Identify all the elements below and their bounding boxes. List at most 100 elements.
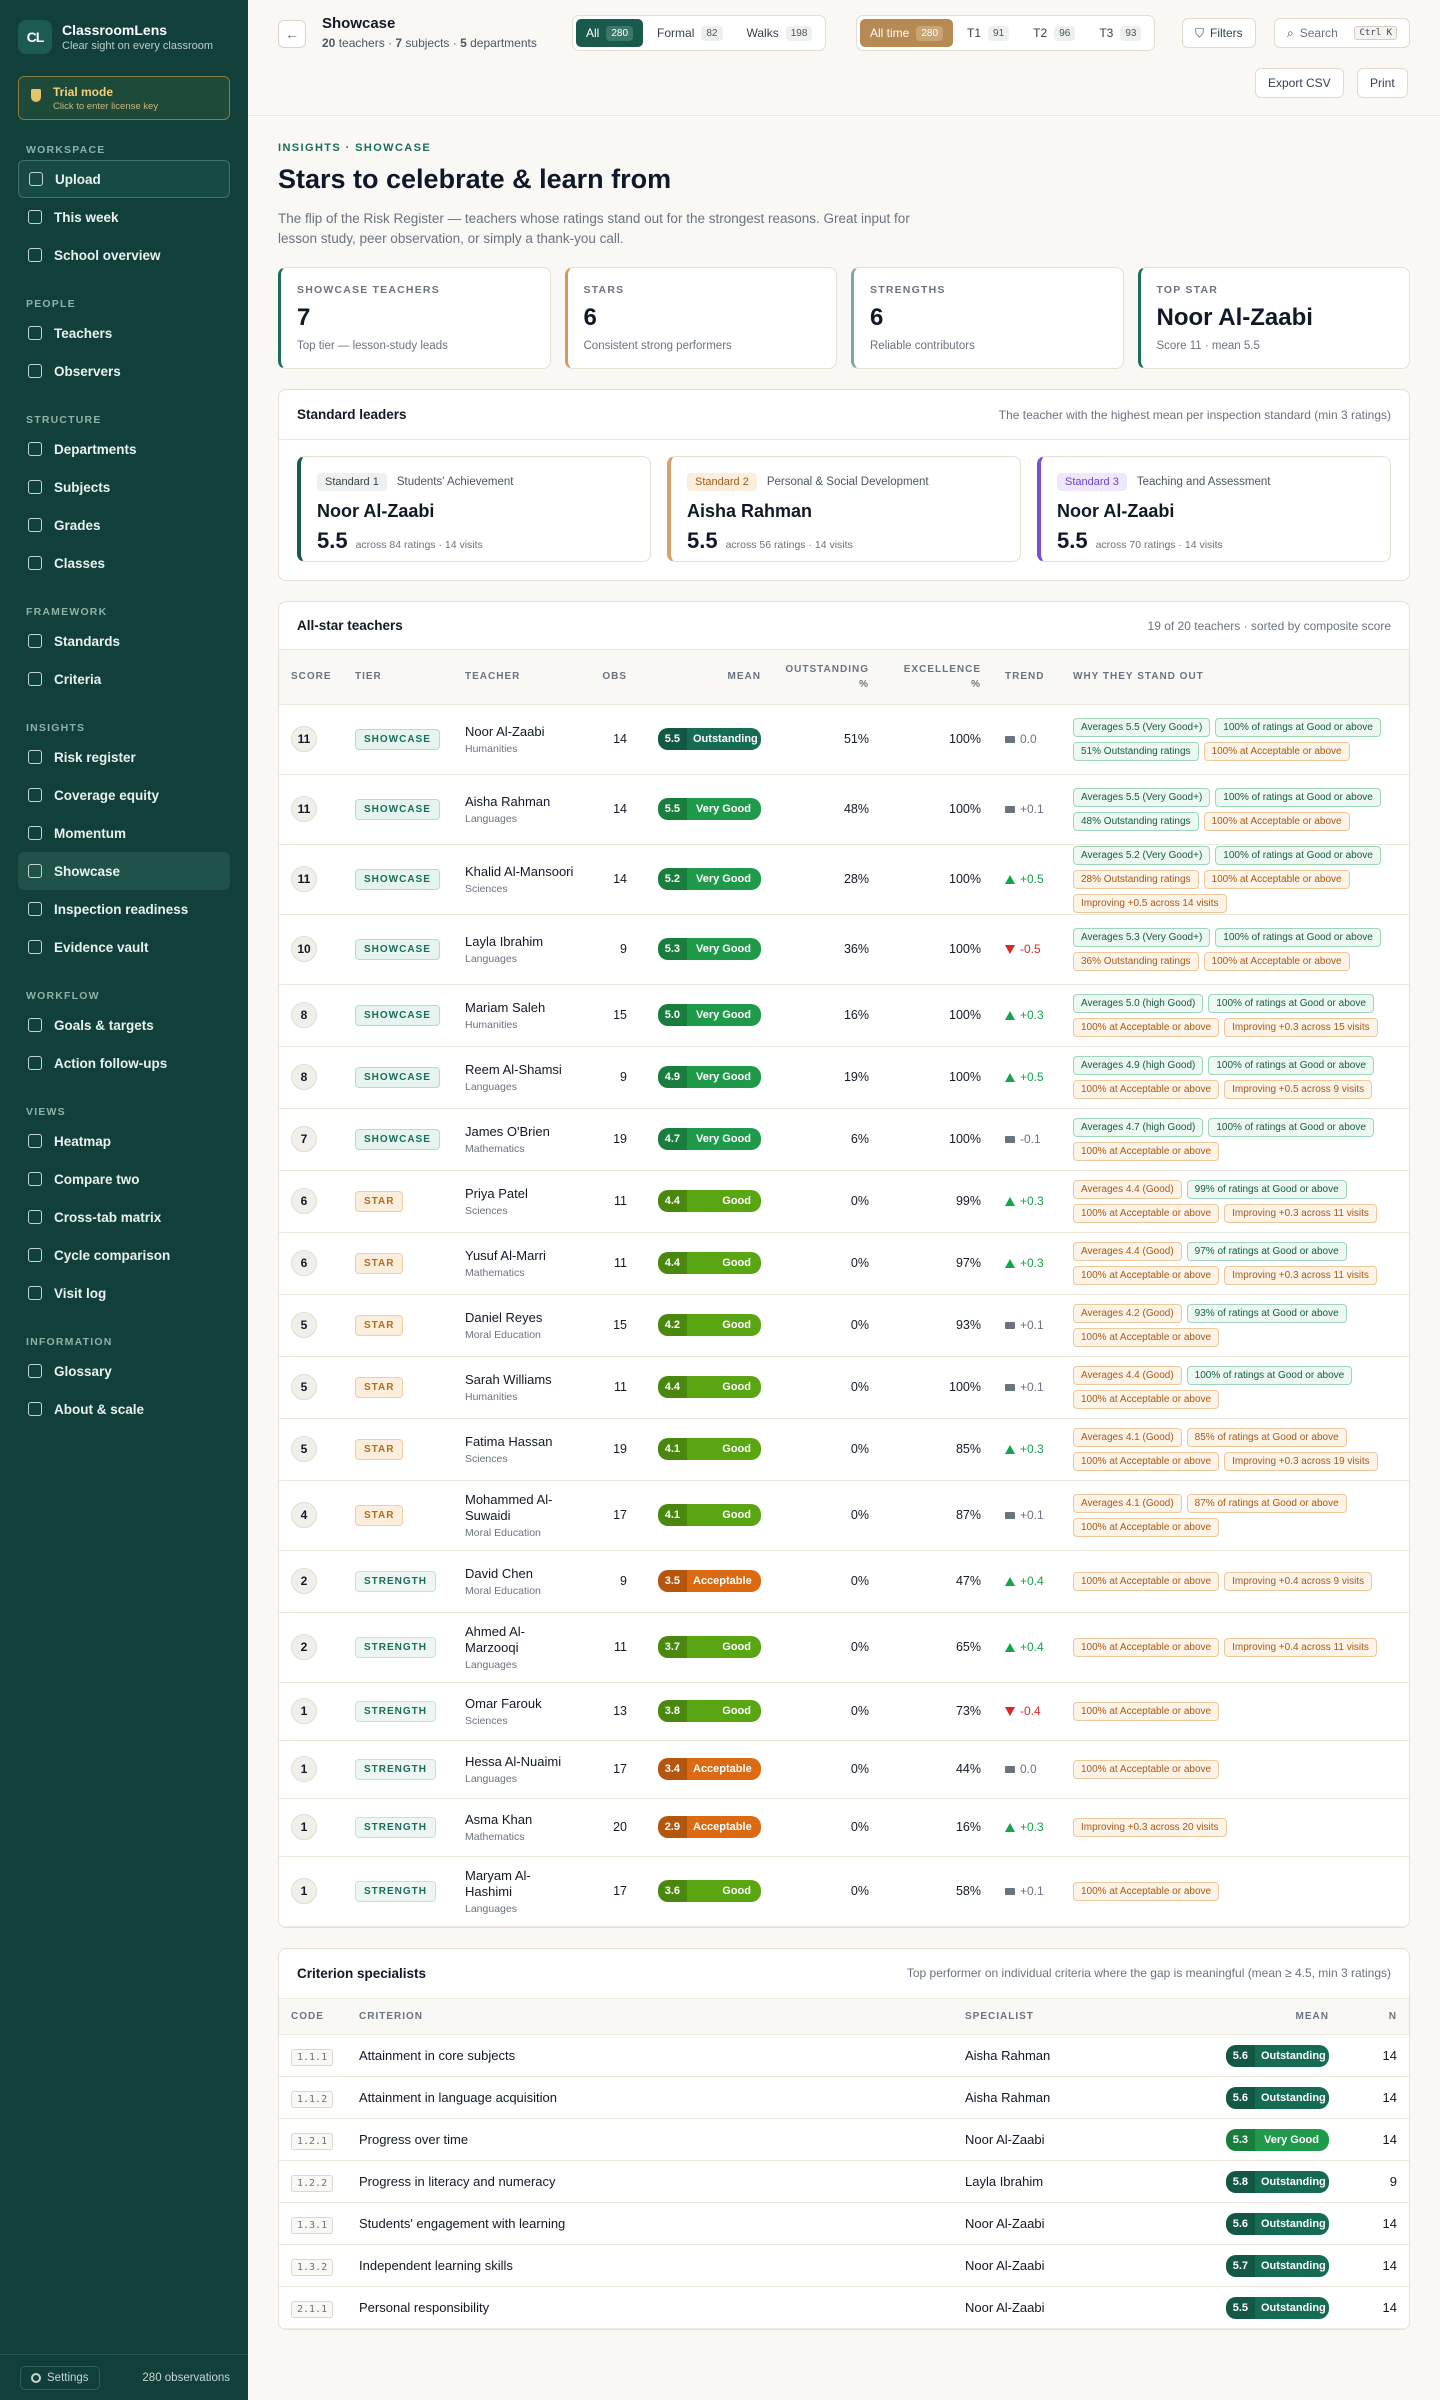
table-row[interactable]: 11 SHOWCASE Khalid Al-Mansoori Sciences 14 5.… [279, 844, 1409, 915]
table-row[interactable]: 11 SHOWCASE Noor Al-Zaabi Humanities 14 5.5 Ou… [279, 704, 1409, 775]
table-row[interactable]: 10 SHOWCASE Layla Ibrahim Languages 9 5.3 Very… [279, 914, 1409, 985]
teacher-name[interactable]: Hessa Al-Nuaimi [465, 1754, 575, 1770]
sidebar-item-momentum[interactable]: Momentum [18, 814, 230, 852]
table-row[interactable]: 1 STRENGTH Hessa Al-Nuaimi Languages 17 3.4 Ac… [279, 1740, 1409, 1799]
column-header[interactable]: MEAN [639, 650, 773, 705]
sidebar-item-cross-tab-matrix[interactable]: Cross-tab matrix [18, 1198, 230, 1236]
teacher-name[interactable]: Sarah Williams [465, 1372, 575, 1388]
table-row[interactable]: 1.1.2 Attainment in language acquisition A… [279, 2076, 1409, 2119]
sidebar-item-visit-log[interactable]: Visit log [18, 1274, 230, 1312]
table-row[interactable]: 8 SHOWCASE Mariam Saleh Humanities 15 5.0 Very… [279, 984, 1409, 1047]
table-row[interactable]: 2 STRENGTH Ahmed Al-Marzooqi Languages 11 3.7… [279, 1612, 1409, 1683]
teacher-name[interactable]: Ahmed Al-Marzooqi [465, 1624, 575, 1656]
filter-chip-t3[interactable]: T3 93 [1089, 19, 1151, 47]
sidebar-item-upload[interactable]: Upload [18, 160, 230, 198]
teacher-name[interactable]: Reem Al-Shamsi [465, 1062, 575, 1078]
specialist-name[interactable]: Noor Al-Zaabi [953, 2286, 1193, 2329]
column-header[interactable]: MEAN [1193, 1998, 1341, 2035]
teacher-name[interactable]: Priya Patel [465, 1186, 575, 1202]
column-header[interactable]: WHY THEY STAND OUT [1061, 650, 1409, 705]
specialist-name[interactable]: Aisha Rahman [953, 2076, 1193, 2119]
sidebar-item-showcase[interactable]: Showcase [18, 852, 230, 890]
table-row[interactable]: 1 STRENGTH Asma Khan Mathematics 20 2.9 Accept… [279, 1798, 1409, 1857]
teacher-name[interactable]: David Chen [465, 1566, 575, 1582]
teacher-name[interactable]: Mariam Saleh [465, 1000, 575, 1016]
table-row[interactable]: 2.1.1 Personal responsibility Noor Al-Zaab… [279, 2286, 1409, 2329]
column-header[interactable]: TREND [993, 650, 1061, 705]
search-input[interactable]: ⌕ Search Ctrl K [1274, 18, 1410, 48]
sidebar-item-glossary[interactable]: Glossary [18, 1352, 230, 1390]
teacher-name[interactable]: Asma Khan [465, 1812, 575, 1828]
teacher-name[interactable]: Aisha Rahman [465, 794, 575, 810]
table-row[interactable]: 8 SHOWCASE Reem Al-Shamsi Languages 9 4.9 Very… [279, 1046, 1409, 1109]
filters-button[interactable]: ⛉ Filters [1182, 18, 1256, 48]
sidebar-item-coverage-equity[interactable]: Coverage equity [18, 776, 230, 814]
table-row[interactable]: 5 STAR Daniel Reyes Moral Education 15 4.2 Goo… [279, 1294, 1409, 1357]
sidebar-item-about-scale[interactable]: About & scale [18, 1390, 230, 1428]
table-row[interactable]: 1 STRENGTH Omar Farouk Sciences 13 3.8 Good 0% 7… [279, 1682, 1409, 1741]
filter-chip-all-time[interactable]: All time 280 [860, 19, 954, 47]
sidebar-item-this-week[interactable]: This week [18, 198, 230, 236]
specialist-name[interactable]: Noor Al-Zaabi [953, 2202, 1193, 2245]
teacher-name[interactable]: James O'Brien [465, 1124, 575, 1140]
column-header[interactable]: SCORE [279, 650, 343, 705]
sidebar-item-cycle-comparison[interactable]: Cycle comparison [18, 1236, 230, 1274]
table-row[interactable]: 1 STRENGTH Maryam Al-Hashimi Languages 17 3.6… [279, 1856, 1409, 1927]
filter-chip-all[interactable]: All 280 [576, 19, 644, 47]
sidebar-item-teachers[interactable]: Teachers [18, 314, 230, 352]
sidebar-item-school-overview[interactable]: School overview [18, 236, 230, 274]
table-row[interactable]: 1.1.1 Attainment in core subjects Aisha Ra… [279, 2034, 1409, 2077]
sidebar-item-compare-two[interactable]: Compare two [18, 1160, 230, 1198]
print-button[interactable]: Print [1357, 68, 1408, 98]
column-header[interactable]: OBS [587, 650, 639, 705]
column-header[interactable]: EXCELLENCE % [881, 650, 993, 705]
table-row[interactable]: 6 STAR Yusuf Al-Marri Mathematics 11 4.4 Good 0… [279, 1232, 1409, 1295]
table-row[interactable]: 5 STAR Sarah Williams Humanities 11 4.4 Good 0%… [279, 1356, 1409, 1419]
sidebar-item-evidence-vault[interactable]: Evidence vault [18, 928, 230, 966]
column-header[interactable]: SPECIALIST [953, 1998, 1193, 2035]
column-header[interactable]: TEACHER [453, 650, 587, 705]
teacher-name[interactable]: Yusuf Al-Marri [465, 1248, 575, 1264]
settings-button[interactable]: Settings [20, 2365, 100, 2390]
table-row[interactable]: 2 STRENGTH David Chen Moral Education 9 3.5 Ac… [279, 1550, 1409, 1613]
specialist-name[interactable]: Aisha Rahman [953, 2034, 1193, 2077]
sidebar-item-risk-register[interactable]: Risk register [18, 738, 230, 776]
table-row[interactable]: 7 SHOWCASE James O'Brien Mathematics 19 4.7 Ve… [279, 1108, 1409, 1171]
column-header[interactable]: N [1341, 1998, 1409, 2035]
table-row[interactable]: 1.2.2 Progress in literacy and numeracy La… [279, 2160, 1409, 2203]
sidebar-item-departments[interactable]: Departments [18, 430, 230, 468]
standard-leader-card[interactable]: Standard 3 Teaching and Assessment Noor Al… [1037, 456, 1391, 562]
table-row[interactable]: 1.3.2 Independent learning skills Noor Al-… [279, 2244, 1409, 2287]
sidebar-item-action-follow-ups[interactable]: Action follow-ups [18, 1044, 230, 1082]
sidebar-item-criteria[interactable]: Criteria [18, 660, 230, 698]
back-button[interactable]: ← [278, 20, 306, 48]
export-csv-button[interactable]: Export CSV [1255, 68, 1344, 98]
filter-chip-t2[interactable]: T2 96 [1023, 19, 1085, 47]
sidebar-item-heatmap[interactable]: Heatmap [18, 1122, 230, 1160]
table-row[interactable]: 6 STAR Priya Patel Sciences 11 4.4 Good 0% 99% +0… [279, 1170, 1409, 1233]
teacher-name[interactable]: Daniel Reyes [465, 1310, 575, 1326]
trial-mode-banner[interactable]: Trial mode Click to enter license key [18, 76, 230, 120]
teacher-name[interactable]: Maryam Al-Hashimi [465, 1868, 575, 1900]
sidebar-item-standards[interactable]: Standards [18, 622, 230, 660]
column-header[interactable]: CODE [279, 1998, 347, 2035]
specialist-name[interactable]: Noor Al-Zaabi [953, 2118, 1193, 2161]
teacher-name[interactable]: Omar Farouk [465, 1696, 575, 1712]
specialist-name[interactable]: Noor Al-Zaabi [953, 2244, 1193, 2287]
specialist-name[interactable]: Layla Ibrahim [953, 2160, 1193, 2203]
sidebar-item-goals-targets[interactable]: Goals & targets [18, 1006, 230, 1044]
teacher-name[interactable]: Layla Ibrahim [465, 934, 575, 950]
filter-chip-formal[interactable]: Formal 82 [647, 19, 732, 47]
app-logo[interactable]: CL [18, 20, 52, 54]
column-header[interactable]: OUTSTANDING % [773, 650, 881, 705]
filter-chip-t1[interactable]: T1 91 [957, 19, 1019, 47]
teacher-name[interactable]: Noor Al-Zaabi [465, 724, 575, 740]
filter-chip-walks[interactable]: Walks 198 [737, 19, 823, 47]
teacher-name[interactable]: Khalid Al-Mansoori [465, 864, 575, 880]
sidebar-item-classes[interactable]: Classes [18, 544, 230, 582]
column-header[interactable]: CRITERION [347, 1998, 953, 2035]
sidebar-item-subjects[interactable]: Subjects [18, 468, 230, 506]
table-row[interactable]: 5 STAR Fatima Hassan Sciences 19 4.1 Good 0% 85%… [279, 1418, 1409, 1481]
standard-leader-card[interactable]: Standard 1 Students' Achievement Noor Al-Z… [297, 456, 651, 562]
teacher-name[interactable]: Fatima Hassan [465, 1434, 575, 1450]
